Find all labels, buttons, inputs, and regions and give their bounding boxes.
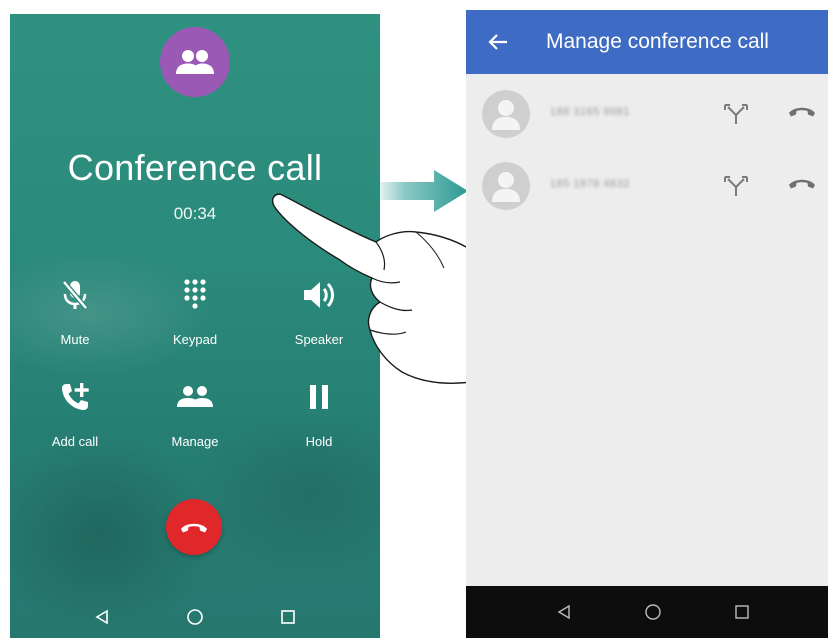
group-icon: [176, 50, 214, 74]
participant-row: 185 1878 4632: [466, 150, 828, 220]
split-call-icon: [724, 176, 748, 196]
contact-avatar-icon: [482, 90, 530, 138]
hang-up-icon: [789, 179, 815, 189]
nav-home-button[interactable]: [641, 600, 665, 624]
participant-row: 188 3165 9981: [466, 78, 828, 148]
hang-up-icon: [789, 107, 815, 117]
page-title: Manage conference call: [546, 30, 769, 53]
manage-label: Manage: [171, 434, 219, 449]
nav-recents-button[interactable]: [730, 600, 754, 624]
mute-button[interactable]: Mute: [20, 276, 130, 347]
home-icon: [187, 609, 203, 625]
add-call-label: Add call: [51, 434, 99, 449]
nav-back-button[interactable]: [90, 605, 114, 629]
contact-avatar-icon: [482, 162, 530, 210]
nav-back-button[interactable]: [552, 600, 576, 624]
back-button[interactable]: [466, 10, 530, 74]
keypad-label: Keypad: [172, 332, 218, 347]
split-call-icon: [724, 104, 748, 124]
navigation-bar: [10, 594, 380, 638]
nav-recents-button[interactable]: [276, 605, 300, 629]
end-participant-call-button[interactable]: [788, 104, 816, 124]
add-call-button[interactable]: Add call: [20, 378, 130, 449]
hang-up-icon: [181, 523, 207, 533]
call-title: Conference call: [67, 147, 323, 188]
home-icon: [645, 604, 661, 620]
mute-label: Mute: [60, 332, 90, 347]
end-participant-call-button[interactable]: [788, 176, 816, 196]
recents-icon: [281, 610, 295, 624]
back-icon: [95, 609, 108, 625]
hold-label: Hold: [305, 434, 333, 449]
keypad-button[interactable]: Keypad: [140, 276, 250, 347]
dialpad-icon: [184, 279, 206, 309]
navigation-bar: [466, 586, 828, 638]
conference-avatar: [160, 27, 230, 97]
split-call-button[interactable]: [722, 174, 750, 198]
mic-off-icon: [62, 280, 88, 310]
manage-button[interactable]: Manage: [140, 378, 250, 449]
back-icon: [557, 604, 570, 620]
manage-conference-screen: Manage conference call 188 3165 9981 185…: [466, 10, 828, 638]
nav-home-button[interactable]: [183, 605, 207, 629]
app-bar: Manage conference call: [466, 10, 828, 74]
recents-icon: [735, 605, 749, 619]
people-icon: [177, 386, 213, 407]
split-call-button[interactable]: [722, 102, 750, 126]
add-call-icon: [62, 383, 89, 410]
participant-number: 185 1878 4632: [550, 178, 630, 190]
end-call-button[interactable]: [166, 499, 222, 555]
arrow-back-icon: [488, 34, 507, 50]
participant-number: 188 3165 9981: [550, 106, 630, 118]
